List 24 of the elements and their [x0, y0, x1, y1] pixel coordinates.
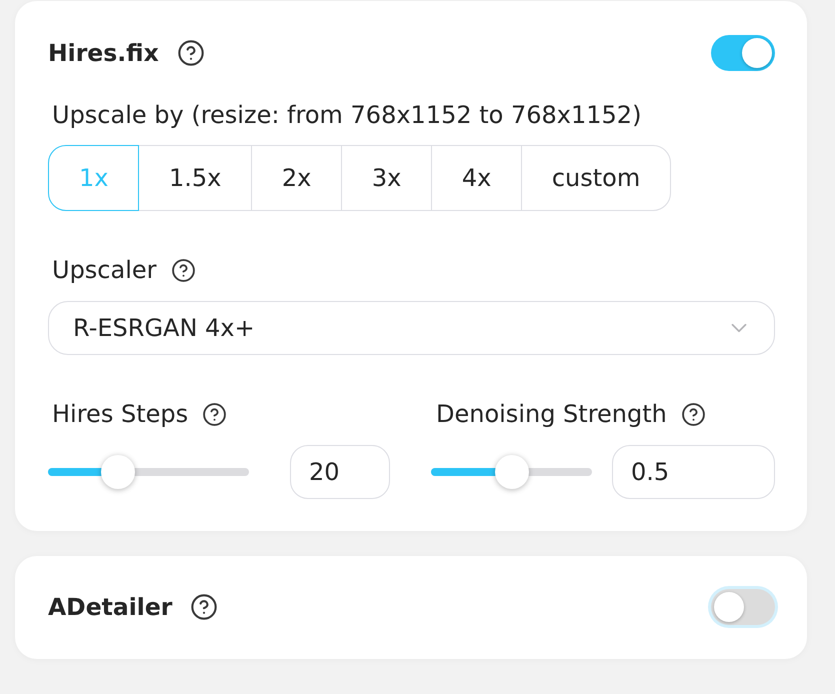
field-label: Upscaler — [52, 256, 157, 284]
slider-thumb[interactable] — [494, 455, 528, 489]
toggle-switch[interactable] — [711, 35, 775, 71]
scale-option[interactable]: 3x — [340, 145, 432, 211]
upscaler-dropdown[interactable]: R-ESRGAN 4x+ — [48, 301, 775, 355]
scale-option[interactable]: 4x — [430, 145, 522, 211]
help-icon[interactable] — [176, 39, 205, 67]
slider-thumb[interactable] — [101, 455, 136, 489]
slider-track[interactable] — [431, 455, 592, 489]
slider-track[interactable] — [48, 455, 249, 489]
field-label: Upscale by (resize: from 768x1152 to 768x1152) — [52, 101, 642, 129]
help-icon[interactable] — [680, 402, 706, 426]
help-icon[interactable] — [190, 593, 218, 621]
help-icon[interactable] — [202, 402, 228, 426]
section-title: ADetailer — [48, 592, 172, 622]
scale-option[interactable]: 1.5x — [138, 145, 252, 211]
number-field[interactable]: 20 — [290, 445, 390, 499]
section-title: Hires.fix — [48, 38, 159, 68]
number-field[interactable]: 0.5 — [612, 445, 775, 499]
field-label: Hires Steps — [52, 400, 188, 428]
scale-option[interactable]: custom — [520, 145, 672, 211]
scale-option[interactable]: 2x — [250, 145, 342, 211]
field-label: Denoising Strength — [436, 400, 667, 428]
help-icon[interactable] — [170, 258, 196, 282]
